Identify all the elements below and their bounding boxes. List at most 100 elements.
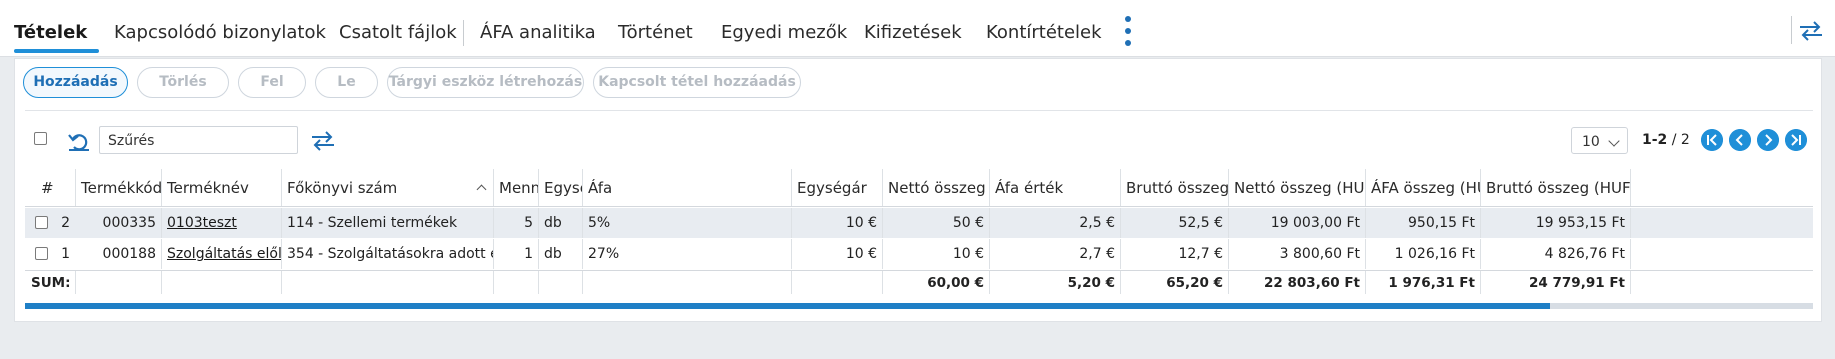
- items-table: # Termékkód Terméknév Főkönyvi szám Menn…: [25, 169, 1813, 321]
- sum-net-huf: 22 803,60 Ft: [1229, 271, 1366, 294]
- divider: [25, 110, 1813, 111]
- tab-egyedi-mezok[interactable]: Egyedi mezők: [721, 22, 847, 43]
- column-header-vat[interactable]: Áfa: [583, 169, 792, 206]
- column-header-product-name[interactable]: Terméknév: [162, 169, 282, 206]
- column-header-net-amount[interactable]: Nettó összeg: [883, 169, 990, 206]
- page-size-select[interactable]: 10: [1571, 127, 1628, 154]
- row-num: 1: [61, 246, 70, 262]
- net-huf: 19 003,00 Ft: [1229, 208, 1366, 238]
- vat-value: 2,5 €: [990, 208, 1121, 238]
- move-down-button[interactable]: Le: [315, 67, 378, 98]
- ledger-account: 354 - Szolgáltatásokra adott előlegek: [282, 239, 494, 269]
- tab-divider: [463, 20, 464, 46]
- vat-rate: 27%: [583, 239, 792, 269]
- ledger-account: 114 - Szellemi termékek: [282, 208, 494, 238]
- unit: db: [539, 239, 583, 269]
- add-button[interactable]: Hozzáadás: [23, 67, 128, 98]
- first-page-icon[interactable]: [1701, 129, 1723, 151]
- vat-value: 2,7 €: [990, 239, 1121, 269]
- delete-button[interactable]: Törlés: [137, 67, 229, 98]
- create-asset-button[interactable]: Tárgyi eszköz létrehozás: [387, 67, 584, 98]
- product-code: 000188: [76, 239, 162, 269]
- table-row[interactable]: 1 000188 Szolgáltatás előleg 354 - Szolg…: [25, 239, 1813, 269]
- unit: db: [539, 208, 583, 238]
- next-page-icon[interactable]: [1757, 129, 1779, 151]
- tab-afa-analitika[interactable]: ÁFA analitika: [480, 22, 596, 43]
- net-amount: 50 €: [883, 208, 990, 238]
- gross-huf: 19 953,15 Ft: [1481, 208, 1631, 238]
- column-header-ledger-account[interactable]: Főkönyvi szám: [282, 169, 494, 206]
- sum-empty: [282, 271, 494, 294]
- vat-huf: 950,15 Ft: [1366, 208, 1481, 238]
- tab-tortenet[interactable]: Történet: [618, 22, 693, 43]
- tab-kontirtetelek[interactable]: Kontírtételek: [986, 22, 1102, 43]
- table-row[interactable]: 2 000335 0103teszt 114 - Szellemi termék…: [25, 208, 1813, 238]
- sum-net-amount: 60,00 €: [883, 271, 990, 294]
- sum-empty: [583, 271, 792, 294]
- tab-csatolt-fajlok[interactable]: Csatolt fájlok: [339, 22, 457, 43]
- product-code: 000335: [76, 208, 162, 238]
- sum-vat-huf: 1 976,31 Ft: [1366, 271, 1481, 294]
- move-up-button[interactable]: Fel: [238, 67, 306, 98]
- sum-empty: [162, 271, 282, 294]
- gross-amount: 52,5 €: [1121, 208, 1229, 238]
- active-tab-indicator: [14, 49, 99, 53]
- sum-empty: [494, 271, 539, 294]
- column-header-num[interactable]: #: [25, 169, 76, 206]
- sort-ascending-icon: [476, 184, 487, 195]
- swap-arrows-icon[interactable]: [310, 130, 336, 152]
- column-header-product-code[interactable]: Termékkód: [76, 169, 162, 206]
- quantity: 5: [494, 208, 539, 238]
- page-range-current: 1-2: [1642, 132, 1668, 148]
- product-name[interactable]: Szolgáltatás előleg: [167, 246, 281, 262]
- row-num: 2: [61, 215, 70, 231]
- unit-price: 10 €: [792, 208, 883, 238]
- vat-huf: 1 026,16 Ft: [1366, 239, 1481, 269]
- chevron-down-icon: [1608, 135, 1620, 147]
- sum-label: SUM:: [25, 271, 76, 294]
- column-header-net-huf[interactable]: Nettó összeg (HUF): [1229, 169, 1366, 206]
- column-header-quantity[interactable]: Mennyiség: [494, 169, 539, 206]
- product-name[interactable]: 0103teszt: [167, 215, 237, 231]
- vat-rate: 5%: [583, 208, 792, 238]
- column-header-gross-amount[interactable]: Bruttó összeg: [1121, 169, 1229, 206]
- toolbar-divider: [1791, 16, 1792, 44]
- column-header-vat-value[interactable]: Áfa érték: [990, 169, 1121, 206]
- column-header-unit-price[interactable]: Egységár: [792, 169, 883, 206]
- sum-vat-value: 5,20 €: [990, 271, 1121, 294]
- select-all-checkbox[interactable]: [34, 132, 47, 145]
- tab-bar: Tételek Kapcsolódó bizonylatok Csatolt f…: [0, 0, 1835, 57]
- quantity: 1: [494, 239, 539, 269]
- table-header: # Termékkód Terméknév Főkönyvi szám Menn…: [25, 169, 1813, 207]
- undo-icon[interactable]: [67, 130, 91, 152]
- sum-empty: [539, 271, 583, 294]
- last-page-icon[interactable]: [1785, 129, 1807, 151]
- previous-page-icon[interactable]: [1729, 129, 1751, 151]
- kebab-vertical-icon[interactable]: [1122, 16, 1134, 46]
- sum-gross-amount: 65,20 €: [1121, 271, 1229, 294]
- sum-empty: [76, 271, 162, 294]
- product-name-link[interactable]: Szolgáltatás előleg: [162, 239, 282, 269]
- column-header-ledger-account-label: Főkönyvi szám: [287, 178, 398, 197]
- gross-huf: 4 826,76 Ft: [1481, 239, 1631, 269]
- swap-arrows-icon[interactable]: [1798, 20, 1824, 42]
- product-name-link[interactable]: 0103teszt: [162, 208, 282, 238]
- column-header-gross-huf[interactable]: Bruttó összeg (HUF): [1481, 169, 1631, 206]
- column-header-unit[interactable]: Egység: [539, 169, 583, 206]
- sum-row: SUM: 60,00 € 5,20 € 65,20 € 22 803,60 Ft…: [25, 270, 1813, 294]
- add-linked-item-button[interactable]: Kapcsolt tétel hozzáadás: [593, 67, 801, 98]
- page-range: 1-2 / 2: [1642, 132, 1690, 148]
- gross-amount: 12,7 €: [1121, 239, 1229, 269]
- tab-tetelek[interactable]: Tételek: [14, 22, 87, 43]
- scrollbar-thumb[interactable]: [25, 303, 1550, 309]
- items-panel: Hozzáadás Törlés Fel Le Tárgyi eszköz lé…: [14, 58, 1822, 322]
- page-range-total: / 2: [1671, 132, 1690, 148]
- sum-gross-huf: 24 779,91 Ft: [1481, 271, 1631, 294]
- net-amount: 10 €: [883, 239, 990, 269]
- tab-kapcsolodo-bizonylatok[interactable]: Kapcsolódó bizonylatok: [114, 22, 326, 43]
- tab-kifizetesek[interactable]: Kifizetések: [864, 22, 962, 43]
- sum-empty: [792, 271, 883, 294]
- net-huf: 3 800,60 Ft: [1229, 239, 1366, 269]
- column-header-vat-huf[interactable]: ÁFA összeg (HUF): [1366, 169, 1481, 206]
- filter-input[interactable]: Szűrés: [99, 126, 298, 154]
